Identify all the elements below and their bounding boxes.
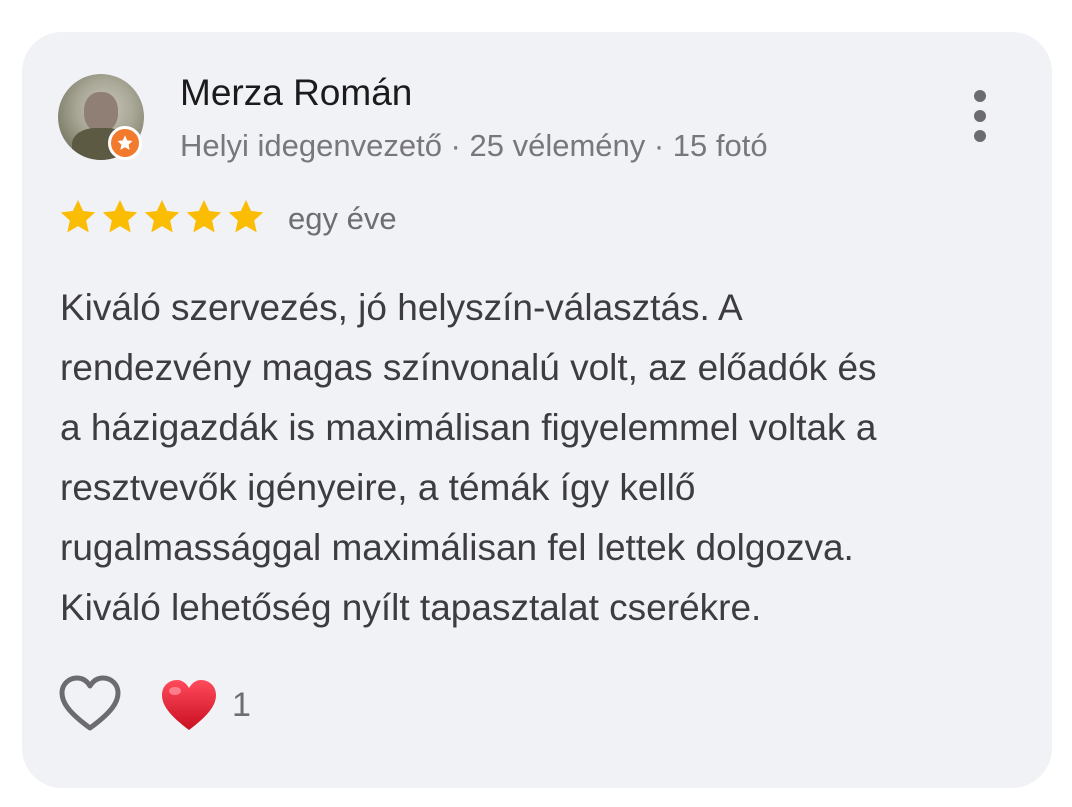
star-icon [186, 200, 222, 233]
star-rating [58, 197, 266, 237]
reviewer-name[interactable]: Merza Román [180, 72, 412, 114]
review-text-line: Kiváló lehetőség nyílt tapasztalat cseré… [60, 587, 762, 628]
star-icon [117, 135, 133, 150]
more-options-button[interactable] [962, 86, 998, 146]
red-heart-icon[interactable] [160, 678, 218, 732]
star-icon [228, 200, 264, 233]
like-button[interactable] [58, 674, 122, 734]
more-vert-icon-dot [974, 90, 986, 102]
review-time: egy éve [288, 201, 397, 236]
heart-filled-icon [162, 680, 216, 730]
review-text-line: rendezvény magas színvonalú volt, az elő… [60, 347, 877, 388]
star-icon [60, 200, 96, 233]
star-icon [144, 200, 180, 233]
review-text: Kiváló szervezés, jó helyszín-választás.… [60, 278, 1020, 638]
reviewer-meta: Helyi idegenvezető · 25 vélemény · 15 fo… [180, 128, 768, 163]
review-text-line: Kiváló szervezés, jó helyszín-választás.… [60, 287, 743, 328]
review-text-line: a házigazdák is maximálisan figyelemmel … [60, 407, 877, 448]
star-icon [102, 200, 138, 233]
local-guide-badge-icon [108, 126, 142, 160]
review-text-line: rugalmassággal maximálisan fel lettek do… [60, 527, 854, 568]
reaction-count: 1 [232, 686, 251, 724]
review-text-line: resztvevők igényeire, a témák így kellő [60, 467, 696, 508]
more-vert-icon-dot [974, 130, 986, 142]
avatar-head [84, 92, 118, 132]
heart-outline-icon [59, 675, 121, 731]
more-vert-icon-dot [974, 110, 986, 122]
